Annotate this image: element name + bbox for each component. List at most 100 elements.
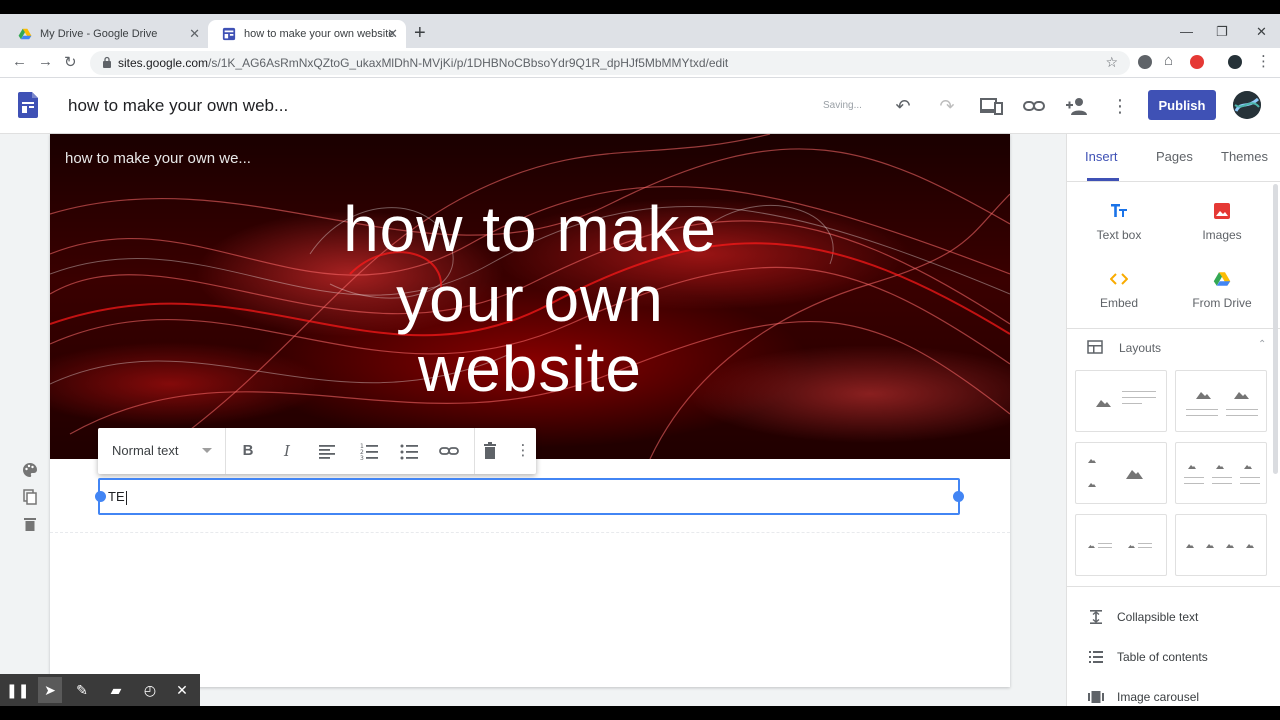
panel-scrollbar[interactable] — [1273, 184, 1278, 474]
insert-collapsible-text[interactable]: Collapsible text — [1087, 608, 1267, 626]
tab-themes[interactable]: Themes — [1221, 149, 1268, 164]
site-page-canvas: how to make your own we... how to make y… — [50, 134, 1010, 687]
close-tab-icon[interactable]: ✕ — [387, 20, 398, 48]
image-icon — [1214, 203, 1230, 219]
insert-table-of-contents[interactable]: Table of contents — [1087, 648, 1267, 666]
layout-image-grid-icon — [1088, 459, 1143, 487]
layout-option[interactable] — [1075, 370, 1167, 432]
home-icon[interactable]: ⌂ — [1164, 52, 1173, 69]
text-box[interactable]: TE — [98, 478, 960, 515]
text-format-toolbar: Normal text B I 1 2 3 ⋮ — [98, 428, 536, 474]
delete-icon[interactable] — [478, 439, 502, 463]
theme-palette-icon[interactable] — [22, 462, 38, 478]
url-host: sites.google.com — [118, 56, 209, 70]
bookmark-star-icon[interactable]: ☆ — [1105, 54, 1118, 71]
minimize-icon[interactable]: — — [1180, 24, 1193, 39]
tab-pages[interactable]: Pages — [1156, 149, 1193, 164]
bottom-letterbox — [0, 706, 1280, 720]
extension-red-icon[interactable] — [1190, 55, 1204, 69]
chevron-down-icon — [202, 448, 212, 453]
more-options-icon[interactable]: ⋮ — [511, 439, 535, 463]
layout-option[interactable] — [1175, 442, 1267, 504]
sites-app-bar: how to make your own web... Saving... ↶ … — [0, 78, 1280, 134]
close-icon[interactable]: ✕ — [172, 680, 192, 700]
layout-four-images-icon — [1186, 544, 1254, 548]
list-item-label: Collapsible text — [1117, 610, 1199, 624]
layout-option[interactable] — [1075, 442, 1167, 504]
text-box-content[interactable]: TE — [108, 489, 127, 505]
restore-icon[interactable]: ❐ — [1216, 24, 1228, 40]
layout-option[interactable] — [1175, 514, 1267, 576]
link-icon[interactable] — [1022, 94, 1046, 118]
paragraph-style-dropdown[interactable]: Normal text — [98, 428, 226, 474]
new-tab-button[interactable]: + — [414, 20, 426, 46]
italic-icon[interactable]: I — [275, 439, 299, 463]
save-status: Saving... — [823, 100, 862, 111]
insert-from-drive[interactable]: From Drive — [1177, 270, 1267, 310]
pause-icon[interactable]: ❚❚ — [6, 680, 29, 700]
browser-tab-sites[interactable]: how to make your own website ✕ — [208, 20, 406, 48]
browser-tab-drive[interactable]: My Drive - Google Drive ✕ — [4, 20, 208, 48]
layout-two-images-icon — [1186, 392, 1258, 416]
insert-link-icon[interactable] — [437, 439, 461, 463]
redo-icon[interactable]: ↷ — [935, 94, 959, 118]
forward-icon[interactable]: → — [38, 53, 53, 70]
insert-image-carousel[interactable]: Image carousel — [1087, 688, 1267, 706]
list-item-label: Table of contents — [1117, 650, 1208, 664]
back-icon[interactable]: ← — [12, 53, 27, 70]
reload-icon[interactable]: ↻ — [64, 53, 77, 71]
extension-block-icon[interactable] — [1138, 55, 1152, 69]
pointer-icon[interactable]: ➤ — [38, 677, 62, 703]
panel-divider — [1067, 586, 1280, 587]
drive-icon — [1213, 272, 1231, 286]
resize-handle-right[interactable] — [953, 491, 964, 502]
insert-images[interactable]: Images — [1177, 202, 1267, 242]
embed-icon — [1110, 273, 1128, 285]
align-left-icon[interactable] — [315, 439, 339, 463]
layout-three-images-icon — [1184, 465, 1260, 484]
bold-icon[interactable]: B — [236, 439, 260, 463]
timer-icon[interactable]: ◴ — [140, 680, 160, 700]
browser-menu-icon[interactable]: ⋮ — [1256, 52, 1271, 70]
document-title[interactable]: how to make your own web... — [68, 96, 288, 116]
site-name[interactable]: how to make your own we... — [65, 150, 251, 167]
close-window-icon[interactable]: ✕ — [1256, 24, 1267, 40]
duplicate-section-icon[interactable] — [22, 489, 38, 505]
collapsible-text-icon — [1090, 610, 1102, 624]
paragraph-style-label: Normal text — [112, 443, 179, 458]
layouts-icon — [1087, 340, 1103, 354]
share-add-person-icon[interactable] — [1065, 94, 1089, 118]
delete-section-icon[interactable] — [22, 516, 38, 532]
insert-item-label: From Drive — [1192, 296, 1252, 310]
svg-text:3: 3 — [360, 455, 364, 462]
insert-embed[interactable]: Embed — [1074, 270, 1164, 310]
undo-icon[interactable]: ↶ — [891, 94, 915, 118]
insert-text-box[interactable]: Text box — [1074, 202, 1164, 242]
layouts-section-header[interactable]: Layouts ⌃ — [1087, 339, 1267, 356]
panel-divider — [1067, 181, 1280, 182]
hero-title[interactable]: how to make your own website — [280, 194, 780, 404]
layout-option[interactable] — [1175, 370, 1267, 432]
lock-icon — [103, 56, 111, 68]
close-tab-icon[interactable]: ✕ — [189, 20, 200, 48]
account-avatar[interactable] — [1233, 91, 1261, 119]
preview-devices-icon[interactable] — [979, 94, 1003, 118]
sites-logo-icon[interactable] — [18, 92, 38, 118]
tab-insert[interactable]: Insert — [1085, 149, 1118, 164]
numbered-list-icon[interactable]: 1 2 3 — [357, 439, 381, 463]
more-options-icon[interactable]: ⋮ — [1108, 94, 1132, 118]
highlighter-icon[interactable]: ▰ — [106, 680, 126, 700]
layout-option[interactable] — [1075, 514, 1167, 576]
text-cursor — [125, 490, 127, 505]
layouts-label: Layouts — [1119, 341, 1162, 355]
collapse-chevron-icon[interactable]: ⌃ — [1258, 339, 1266, 350]
insert-item-label: Embed — [1099, 296, 1139, 310]
bulleted-list-icon[interactable] — [397, 439, 421, 463]
address-bar[interactable]: sites.google.com/s/1K_AG6AsRmNxQZtoG_uka… — [90, 51, 1130, 75]
browser-tab-title: how to make your own website — [244, 28, 395, 40]
header-banner[interactable]: how to make your own we... how to make y… — [50, 134, 1010, 459]
resize-handle-left[interactable] — [95, 491, 106, 502]
pen-icon[interactable]: ✎ — [72, 680, 92, 700]
profile-avatar-icon[interactable] — [1228, 55, 1242, 69]
publish-button[interactable]: Publish — [1148, 90, 1216, 120]
